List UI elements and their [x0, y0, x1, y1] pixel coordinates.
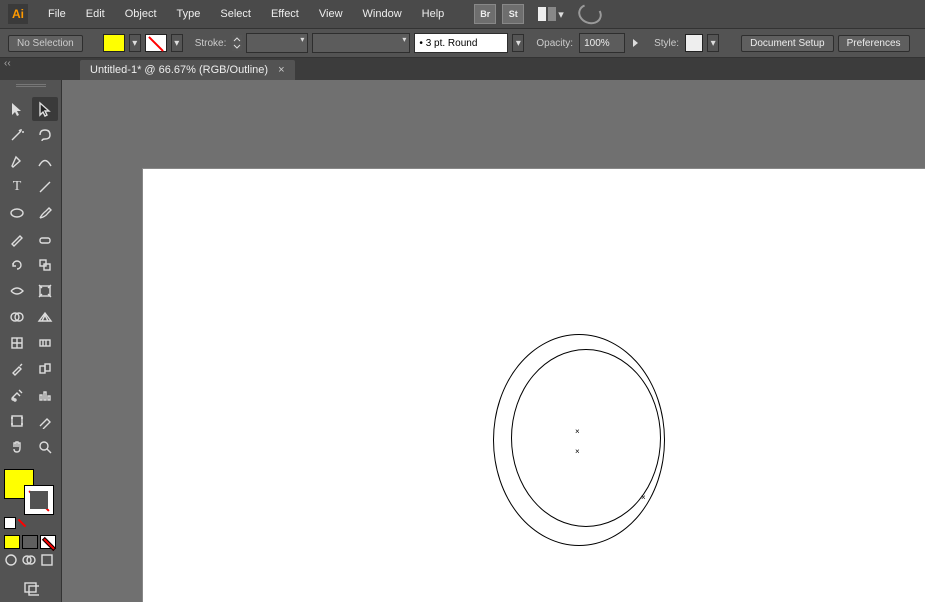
draw-behind-icon[interactable] [22, 553, 38, 569]
color-mode-color[interactable] [4, 535, 20, 549]
preferences-button[interactable]: Preferences [838, 35, 910, 52]
swap-fill-stroke-icon[interactable] [17, 517, 27, 527]
ellipse-tool[interactable] [4, 201, 30, 225]
perspective-tool[interactable] [32, 305, 58, 329]
stroke-swatch[interactable] [145, 34, 167, 52]
anchor-point: × [641, 493, 646, 502]
document-tab[interactable]: Untitled-1* @ 66.67% (RGB/Outline) × [80, 60, 295, 80]
symbol-sprayer-tool[interactable] [4, 383, 30, 407]
brush-definition-menu[interactable]: ▾ [512, 34, 524, 52]
paintbrush-tool[interactable] [32, 201, 58, 225]
eraser-tool[interactable] [32, 227, 58, 251]
color-mode-row [4, 535, 57, 549]
tools-panel: T [0, 80, 62, 602]
variable-width-profile[interactable] [312, 33, 410, 53]
scale-tool[interactable] [32, 253, 58, 277]
color-mode-gradient[interactable] [22, 535, 38, 549]
style-menu[interactable]: ▾ [707, 34, 719, 52]
menu-help[interactable]: Help [412, 4, 455, 24]
workspace-switcher[interactable] [538, 7, 556, 21]
default-fill-stroke-icon[interactable] [4, 517, 16, 529]
opacity-value[interactable]: 100% [584, 38, 610, 49]
close-tab-icon[interactable]: × [278, 64, 284, 76]
menu-bar: Ai File Edit Object Type Select Effect V… [0, 0, 925, 29]
lasso-tool[interactable] [32, 123, 58, 147]
menu-edit[interactable]: Edit [76, 4, 115, 24]
curvature-tool[interactable] [32, 149, 58, 173]
color-mode-none[interactable] [40, 535, 56, 549]
width-tool[interactable] [4, 279, 30, 303]
canvas[interactable]: × × × [62, 80, 925, 602]
mesh-tool[interactable] [4, 331, 30, 355]
opacity-flyout[interactable] [633, 39, 638, 47]
eyedropper-tool[interactable] [4, 357, 30, 381]
pencil-tool[interactable] [4, 227, 30, 251]
stroke-weight-dropdown[interactable] [246, 33, 308, 53]
selection-state: No Selection [8, 35, 83, 52]
artboard[interactable]: × × × [142, 168, 925, 602]
menu-object[interactable]: Object [115, 4, 167, 24]
selection-tool[interactable] [4, 97, 30, 121]
fill-swatch-menu[interactable]: ▾ [129, 34, 141, 52]
style-label: Style: [654, 38, 679, 49]
direct-selection-tool[interactable] [32, 97, 58, 121]
menu-type[interactable]: Type [167, 4, 211, 24]
menu-file[interactable]: File [38, 4, 76, 24]
document-setup-button[interactable]: Document Setup [741, 35, 834, 52]
ellipse-inner[interactable] [511, 349, 661, 527]
bridge-icon[interactable]: Br [474, 4, 496, 24]
pen-tool[interactable] [4, 149, 30, 173]
fill-stroke-control[interactable] [4, 469, 54, 515]
app-logo: Ai [8, 4, 28, 24]
menu-window[interactable]: Window [353, 4, 412, 24]
sync-icon[interactable] [575, 0, 604, 27]
menu-effect[interactable]: Effect [261, 4, 309, 24]
free-transform-tool[interactable] [32, 279, 58, 303]
style-swatch[interactable] [685, 34, 703, 52]
draw-inside-icon[interactable] [40, 553, 56, 569]
hand-tool[interactable] [4, 435, 30, 459]
line-tool[interactable] [32, 175, 58, 199]
stock-icon[interactable]: St [502, 4, 524, 24]
menu-select[interactable]: Select [210, 4, 261, 24]
opacity-label: Opacity: [536, 38, 573, 49]
menu-view[interactable]: View [309, 4, 353, 24]
type-tool[interactable]: T [4, 175, 30, 199]
artboard-tool[interactable] [4, 409, 30, 433]
document-tab-strip: Untitled-1* @ 66.67% (RGB/Outline) × [0, 58, 925, 80]
column-graph-tool[interactable] [32, 383, 58, 407]
fill-swatch[interactable] [103, 34, 125, 52]
panel-grip[interactable] [16, 84, 46, 93]
center-point: × [575, 427, 580, 436]
blend-tool[interactable] [32, 357, 58, 381]
document-tab-label: Untitled-1* @ 66.67% (RGB/Outline) [90, 64, 268, 76]
slice-tool[interactable] [32, 409, 58, 433]
gradient-tool[interactable] [32, 331, 58, 355]
shape-builder-tool[interactable] [4, 305, 30, 329]
control-bar: No Selection ▾ ▾ Stroke: • 3 pt. Round ▾… [0, 29, 925, 58]
stroke-color[interactable] [24, 485, 54, 515]
stroke-swatch-menu[interactable]: ▾ [171, 34, 183, 52]
brush-definition[interactable]: • 3 pt. Round [414, 33, 508, 53]
draw-normal-icon[interactable] [4, 553, 20, 569]
screen-mode-icon[interactable] [19, 579, 43, 599]
center-point: × [575, 447, 580, 456]
zoom-tool[interactable] [32, 435, 58, 459]
rotate-tool[interactable] [4, 253, 30, 277]
stroke-weight-stepper[interactable] [232, 35, 242, 51]
stroke-label: Stroke: [195, 38, 227, 49]
panel-collapse-icon[interactable]: ‹‹ [4, 58, 11, 69]
magic-wand-tool[interactable] [4, 123, 30, 147]
